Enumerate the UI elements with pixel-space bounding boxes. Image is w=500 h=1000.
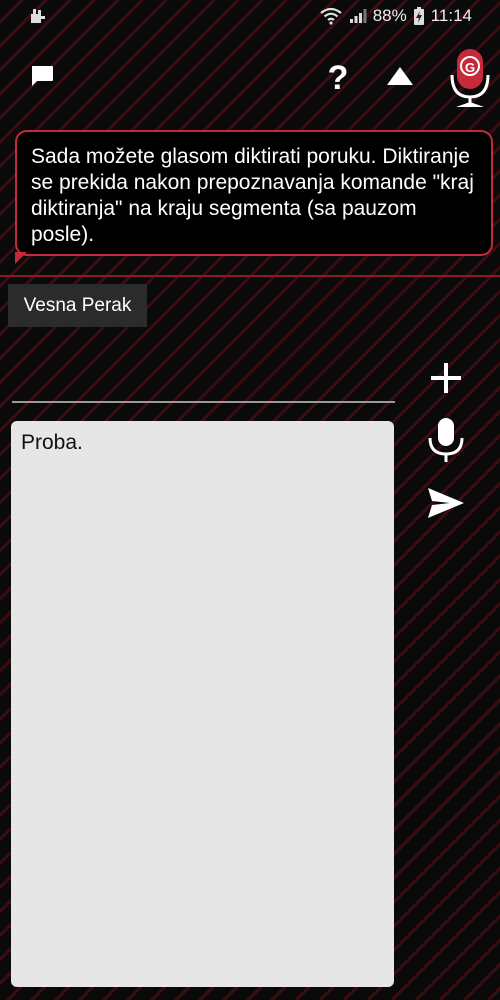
send-icon [426,486,466,525]
instruction-message: Sada možete glasom diktirati poruku. Dik… [15,130,493,256]
message-tail [15,252,27,264]
chat-button[interactable] [20,56,64,100]
message-body-text: Proba. [21,431,83,454]
divider [0,275,500,277]
battery-text: 88% [372,6,407,25]
status-bar: 88% 11:14 [0,0,500,34]
plus-icon [429,361,463,400]
dictate-button[interactable] [424,417,468,464]
help-button[interactable]: ? [316,56,360,100]
add-button[interactable] [424,358,468,402]
battery-charging-icon [413,7,425,25]
status-indicators: 88% 11:14 [319,6,472,26]
mic-icon [426,416,466,469]
voice-brand-button[interactable]: G [448,46,492,110]
collapse-button[interactable] [378,56,422,100]
help-icon: ? [327,58,349,97]
mic-g-badge: G [460,56,480,76]
clock: 11:14 [430,6,472,25]
contact-chip[interactable]: Vesna Perak [8,284,147,327]
send-button[interactable] [424,483,468,527]
subject-input[interactable] [12,401,395,403]
signal-icon [349,8,367,24]
notification-icon [28,6,48,26]
message-body-field[interactable]: Proba. [11,421,394,987]
mic-g-icon: G [450,47,490,109]
toolbar: ? G [0,46,500,114]
chat-icon [29,64,55,93]
triangle-up-icon [385,65,415,92]
wifi-icon [319,7,343,25]
